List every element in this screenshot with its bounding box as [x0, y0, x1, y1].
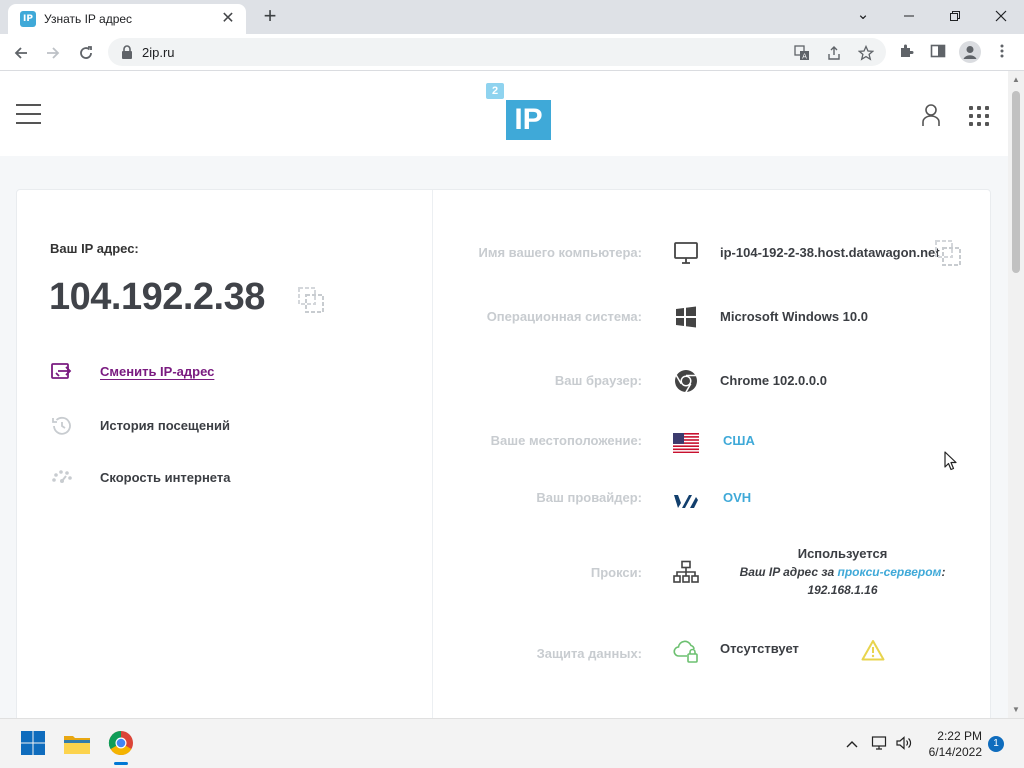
computer-name-label: Имя вашего компьютера: — [478, 245, 642, 260]
windows-start-icon[interactable] — [18, 728, 48, 758]
extensions-icon[interactable] — [896, 43, 916, 63]
computer-name-row: Имя вашего компьютера: ip-104-192-2-38.h… — [433, 240, 991, 266]
minimize-button[interactable] — [886, 0, 932, 32]
system-clock[interactable]: 2:22 PM 6/14/2022 — [922, 728, 982, 760]
windows-logo-icon — [676, 306, 696, 328]
clock-date: 6/14/2022 — [928, 745, 982, 759]
site-logo[interactable]: 2 IP — [484, 83, 554, 141]
copy-hostname-icon[interactable] — [935, 240, 961, 266]
speed-test-label[interactable]: Скорость интернета — [100, 470, 230, 485]
logo-text: IP — [506, 100, 551, 140]
network-icon — [673, 560, 699, 583]
location-link[interactable]: США — [723, 433, 755, 448]
monitor-icon — [674, 242, 698, 264]
browser-label: Ваш браузер: — [554, 373, 642, 388]
url-text[interactable]: 2ip.ru — [142, 45, 175, 60]
hamburger-menu-icon[interactable] — [16, 104, 41, 124]
ovh-logo-icon — [674, 495, 698, 508]
share-icon[interactable] — [824, 43, 844, 63]
apps-grid-icon[interactable] — [969, 106, 989, 126]
close-window-button[interactable] — [978, 0, 1024, 32]
proxy-text-after: : — [941, 565, 946, 579]
profile-avatar-icon[interactable] — [959, 41, 981, 63]
page-viewport: 2 IP Ваш IP адрес: 104.192.2.38 Сменить … — [0, 71, 1008, 718]
ip-info-card: Ваш IP адрес: 104.192.2.38 Сменить IP-ад… — [16, 189, 991, 718]
proxy-details: Используется Ваш IP адрес за прокси-серв… — [720, 545, 965, 599]
network-tray-icon[interactable] — [871, 735, 889, 753]
chrome-taskbar-icon[interactable] — [106, 728, 136, 758]
page-scrollbar[interactable]: ▲ ▼ — [1008, 71, 1024, 718]
side-panel-icon[interactable] — [928, 43, 948, 63]
proxy-row: Прокси: Используется Ваш IP адрес за про… — [433, 545, 991, 605]
scroll-thumb[interactable] — [1012, 91, 1020, 273]
new-tab-button[interactable]: + — [258, 5, 282, 29]
active-app-indicator — [114, 762, 128, 765]
tray-overflow-icon[interactable] — [843, 735, 861, 753]
tab-strip: IP Узнать IP адрес ✕ + ⌄ — [0, 0, 1024, 34]
proxy-server-link[interactable]: прокси-сервером — [838, 565, 942, 579]
scroll-up-icon[interactable]: ▲ — [1011, 75, 1021, 84]
ip-address-value[interactable]: 104.192.2.38 — [49, 276, 265, 319]
clock-time: 2:22 PM — [937, 729, 982, 743]
notification-badge[interactable]: 1 — [988, 736, 1004, 752]
us-flag-icon — [673, 433, 699, 453]
provider-link[interactable]: OVH — [723, 490, 751, 505]
provider-row: Ваш провайдер: OVH — [433, 485, 991, 511]
proxy-status: Используется — [797, 546, 888, 561]
ip-label: Ваш IP адрес: — [50, 241, 139, 256]
browser-toolbar: 2ip.ru A — [0, 34, 1024, 71]
proxy-label: Прокси: — [590, 565, 642, 580]
volume-icon[interactable] — [895, 735, 913, 753]
address-bar[interactable]: 2ip.ru A — [108, 38, 886, 66]
svg-text:A: A — [802, 53, 807, 61]
lock-icon[interactable] — [120, 44, 134, 60]
tab-search-button[interactable]: ⌄ — [840, 0, 886, 32]
provider-label: Ваш провайдер: — [536, 490, 642, 505]
location-label: Ваше местоположение: — [490, 433, 642, 448]
proxy-description: Ваш IP адрес за прокси-сервером: — [720, 563, 965, 581]
tab-active[interactable]: IP Узнать IP адрес ✕ — [8, 4, 246, 34]
os-value: Microsoft Windows 10.0 — [720, 309, 868, 324]
cloud-lock-icon — [673, 640, 698, 663]
tab-close-icon[interactable]: ✕ — [218, 9, 238, 29]
change-ip-icon — [51, 363, 72, 379]
reload-button[interactable] — [73, 40, 99, 66]
warning-icon[interactable] — [861, 639, 885, 661]
history-label[interactable]: История посещений — [100, 418, 230, 433]
chrome-logo-icon — [675, 370, 697, 393]
more-menu-icon[interactable] — [992, 43, 1012, 63]
back-button[interactable] — [8, 40, 34, 66]
site-header: 2 IP — [0, 71, 1008, 156]
user-account-icon[interactable] — [920, 103, 942, 127]
translate-icon[interactable]: A — [792, 43, 812, 63]
scroll-down-icon[interactable]: ▼ — [1011, 705, 1021, 714]
change-ip-label[interactable]: Сменить IP-адрес — [100, 364, 214, 379]
bookmark-star-icon[interactable] — [856, 43, 876, 63]
browser-value: Chrome 102.0.0.0 — [720, 373, 827, 388]
forward-button[interactable] — [40, 40, 66, 66]
favicon-icon: IP — [20, 11, 36, 27]
restore-button[interactable] — [932, 0, 978, 32]
logo-badge: 2 — [486, 83, 504, 99]
file-explorer-icon[interactable] — [62, 728, 92, 758]
proxy-ip: 192.168.1.16 — [807, 583, 878, 597]
history-icon — [52, 416, 71, 435]
protection-value: Отсутствует — [720, 641, 799, 656]
os-row: Операционная система: Microsoft Windows … — [433, 304, 991, 330]
os-label: Операционная система: — [486, 309, 642, 324]
protection-label: Защита данных: — [536, 646, 642, 661]
data-protection-row: Защита данных: Отсутствует — [433, 638, 991, 668]
computer-name-value: ip-104-192-2-38.host.datawagon.net — [720, 245, 940, 260]
location-row: Ваше местоположение: США — [433, 428, 991, 454]
tab-title: Узнать IP адрес — [44, 12, 133, 26]
speed-icon — [52, 470, 72, 483]
mouse-cursor-icon — [944, 451, 957, 471]
windows-taskbar: 2:22 PM 6/14/2022 1 — [0, 718, 1024, 768]
proxy-text-before: Ваш IP адрес за — [739, 565, 838, 579]
copy-icon[interactable] — [298, 287, 324, 313]
browser-row: Ваш браузер: Chrome 102.0.0.0 — [433, 368, 991, 394]
